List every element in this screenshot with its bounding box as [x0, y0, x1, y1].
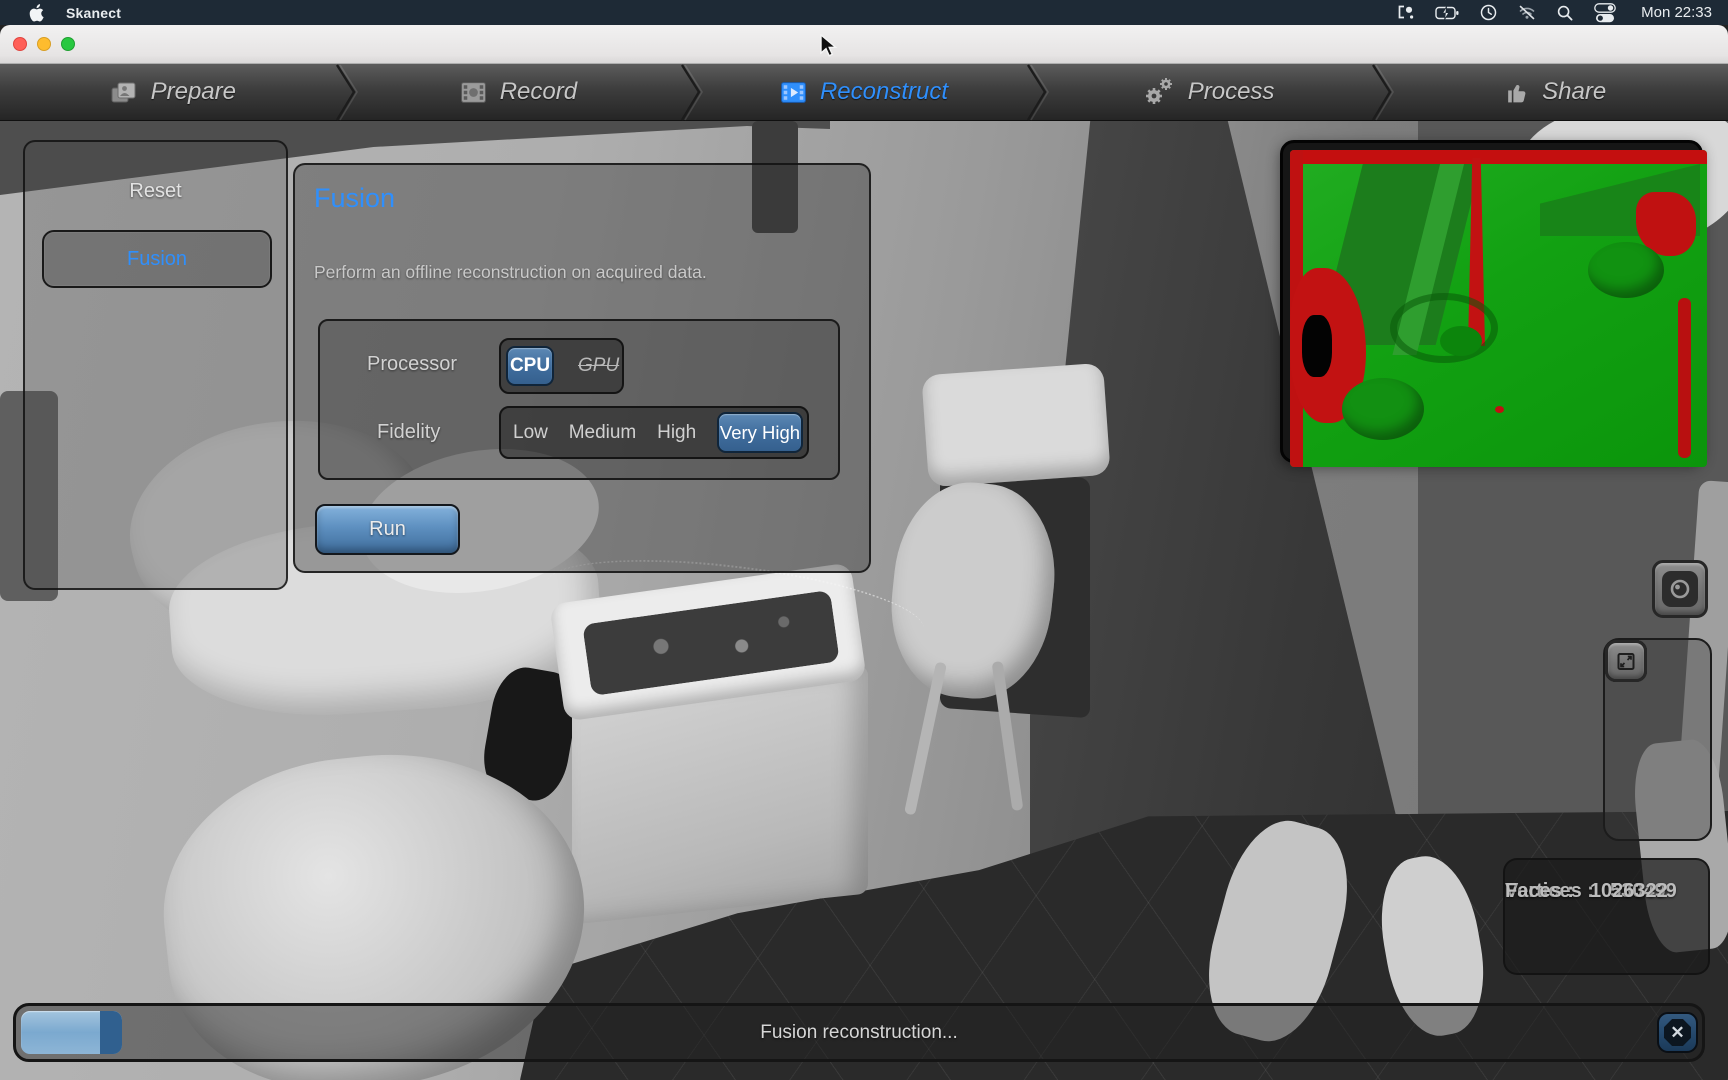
fusion-panel-description: Perform an offline reconstruction on acq… [314, 262, 707, 283]
tab-record[interactable]: Record [346, 64, 692, 120]
reconstruct-tools-panel: Reset Fusion [23, 140, 288, 590]
reconstruct-film-icon [780, 79, 807, 106]
scan-preview-window [1280, 140, 1703, 463]
faces-value: 1026322 [1590, 880, 1668, 903]
prepare-photos-icon [110, 79, 138, 106]
workflow-tab-bar: Prepare Record Reconst [0, 64, 1728, 121]
record-film-icon [460, 79, 487, 106]
fusion-settings-panel: Fusion Perform an offline reconstruction… [293, 163, 871, 573]
progress-label: Fusion reconstruction... [16, 1006, 1702, 1059]
macos-menu-bar: Skanect [0, 0, 1728, 25]
preview-shape [1390, 293, 1498, 363]
minimize-window-button[interactable] [37, 37, 51, 51]
mesh-mantel [921, 363, 1110, 487]
tab-reconstruct[interactable]: Reconstruct [691, 64, 1037, 120]
tab-share[interactable]: Share [1382, 64, 1728, 120]
window-title-bar [0, 25, 1728, 64]
tab-divider [1369, 64, 1395, 121]
time-machine-icon[interactable] [1480, 4, 1497, 21]
battery-charging-icon[interactable] [1435, 5, 1459, 21]
preview-shape [1588, 242, 1664, 298]
tab-divider [1024, 64, 1050, 121]
spotlight-search-icon[interactable] [1557, 5, 1573, 21]
run-button[interactable]: Run [315, 504, 460, 555]
tab-process[interactable]: Process [1037, 64, 1383, 120]
fusion-panel-title: Fusion [314, 183, 395, 214]
view-navigation-panel [1603, 638, 1712, 841]
fusion-tool-button[interactable]: Fusion [42, 230, 272, 288]
preview-shape [1290, 150, 1707, 164]
close-window-button[interactable] [13, 37, 27, 51]
preview-shape [1678, 298, 1691, 458]
preview-shape [1495, 406, 1504, 413]
cancel-x-icon: ✕ [1664, 1019, 1691, 1046]
cancel-reconstruction-button[interactable]: ✕ [1657, 1012, 1698, 1053]
tab-label: Reconstruct [820, 78, 948, 106]
fullscreen-button[interactable] [1605, 640, 1647, 682]
process-gears-icon [1145, 77, 1175, 107]
fidelity-option-medium[interactable]: Medium [569, 422, 637, 444]
tab-label: Prepare [151, 78, 236, 106]
preview-shape [1302, 315, 1332, 377]
control-center-icon[interactable] [1594, 3, 1616, 23]
faces-row: Faces : 1026322 [1505, 880, 1668, 903]
fidelity-label: Fidelity [377, 421, 440, 444]
menu-bar-tray: Mon 22:33 [1397, 3, 1712, 23]
processor-option-cpu[interactable]: CPU [506, 346, 554, 386]
skanect-window: Skanect [0, 0, 1728, 1080]
wifi-off-icon[interactable] [1518, 5, 1536, 20]
preview-shape [1342, 378, 1424, 440]
fidelity-option-very-high[interactable]: Very High [717, 412, 803, 453]
fidelity-option-high[interactable]: High [657, 422, 696, 444]
zoom-window-button[interactable] [61, 37, 75, 51]
processor-label: Processor [367, 353, 457, 376]
reset-label[interactable]: Reset [25, 180, 286, 203]
tab-label: Process [1188, 78, 1275, 106]
mesh-stats-panel: Vertices : 530499 Faces : 1026322 [1503, 858, 1710, 975]
processor-segmented-control: CPU GPU [499, 338, 624, 394]
tab-label: Share [1542, 78, 1606, 106]
scan-preview-image [1290, 150, 1707, 467]
camera-view-button[interactable] [1652, 560, 1708, 618]
fullscreen-icon [1614, 649, 1638, 674]
menu-bar-clock[interactable]: Mon 22:33 [1641, 4, 1712, 21]
faces-label: Faces : [1505, 880, 1574, 903]
processor-option-gpu[interactable]: GPU [578, 355, 619, 377]
preview-shape [1440, 326, 1482, 356]
tab-label: Record [500, 78, 577, 106]
fidelity-segmented-control: Low Medium High Very High [499, 406, 809, 459]
apple-menu-icon[interactable] [29, 4, 44, 22]
share-thumb-icon [1504, 79, 1529, 105]
tab-divider [678, 64, 704, 121]
tab-divider [333, 64, 359, 121]
tab-prepare[interactable]: Prepare [0, 64, 346, 120]
fusion-progress-bar: Fusion reconstruction... ✕ [13, 1003, 1705, 1062]
screen-app-icon[interactable] [1397, 5, 1414, 20]
viewport-3d[interactable]: Reset Fusion Fusion Perform an offline r… [0, 121, 1728, 1080]
fusion-options-group: Processor CPU GPU Fidelity Low Medium Hi… [318, 319, 840, 480]
menu-bar-app-name[interactable]: Skanect [66, 5, 121, 21]
fidelity-option-low[interactable]: Low [513, 422, 548, 444]
camera-view-icon [1662, 571, 1698, 607]
